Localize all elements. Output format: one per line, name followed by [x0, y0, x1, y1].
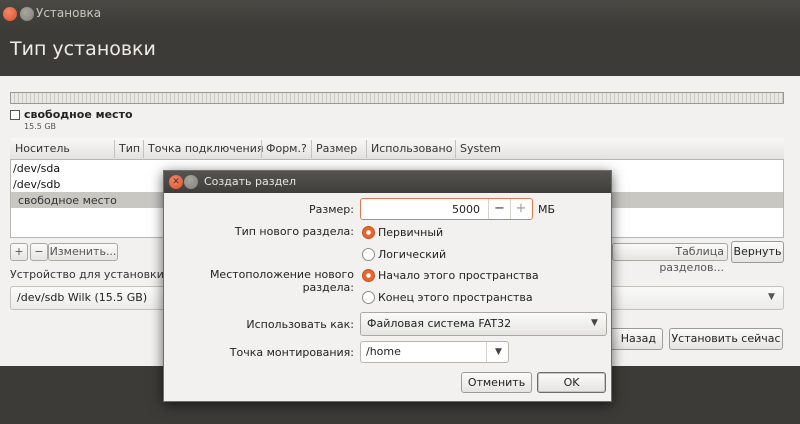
primary-radio[interactable] [362, 226, 375, 239]
free-space-label: свободное место [24, 108, 133, 121]
dialog-minimize-icon[interactable] [184, 175, 198, 189]
column-header-used[interactable]: Использовано [371, 142, 452, 155]
page-title: Тип установки [10, 38, 156, 60]
dialog-close-icon[interactable]: ✕ [169, 175, 183, 189]
column-separator [114, 140, 115, 158]
disk-usage-bar [10, 92, 784, 104]
change-partition-button[interactable]: Изменить... [48, 243, 118, 261]
chevron-down-icon: ▼ [591, 318, 598, 328]
size-decrease-button[interactable]: − [489, 200, 510, 218]
size-increase-button[interactable]: + [511, 200, 531, 218]
back-button[interactable]: Назад [610, 328, 663, 350]
column-separator [366, 140, 367, 158]
table-row-dev-sda[interactable]: /dev/sda [13, 162, 60, 175]
size-label: Размер: [309, 203, 354, 216]
window-titlebar [0, 0, 800, 28]
column-header-type[interactable]: Тип [119, 142, 140, 155]
column-separator [311, 140, 312, 158]
window-minimize-icon[interactable] [20, 7, 34, 21]
location-beginning-radio[interactable] [362, 269, 375, 282]
partition-type-label: Тип нового раздела: [234, 225, 354, 238]
column-header-device[interactable]: Носитель [15, 142, 70, 155]
ok-button[interactable]: OK [537, 372, 606, 393]
revert-button[interactable]: Вернуть [731, 241, 784, 263]
remove-partition-button[interactable]: − [30, 243, 48, 261]
use-as-select[interactable]: Файловая система FAT32 [360, 312, 607, 336]
window-close-icon[interactable] [3, 7, 17, 21]
mount-point-label: Точка монтирования: [229, 346, 354, 359]
use-as-value: Файловая система FAT32 [367, 317, 512, 330]
table-row-dev-sdb[interactable]: /dev/sdb [13, 178, 60, 191]
dialog-title: Создать раздел [204, 175, 296, 188]
column-header-mount-point[interactable]: Точка подключения [148, 142, 264, 155]
primary-radio-label[interactable]: Первичный [378, 226, 443, 239]
chevron-down-icon: ▼ [768, 292, 775, 302]
add-partition-button[interactable]: + [10, 243, 28, 261]
new-partition-table-button[interactable]: Таблица разделов... [612, 243, 728, 274]
use-as-label: Использовать как: [246, 318, 354, 331]
free-space-size: 15.5 GB [24, 122, 57, 131]
free-space-checkbox [10, 110, 20, 120]
partition-location-label: Местоположение нового раздела: [209, 268, 354, 294]
logical-radio[interactable] [362, 248, 375, 261]
bootloader-device-value: /dev/sdb Wilk (15.5 GB) [17, 291, 148, 304]
column-header-size[interactable]: Размер [316, 142, 357, 155]
column-header-system[interactable]: System [460, 142, 501, 155]
install-now-button[interactable]: Установить сейчас [669, 328, 783, 350]
column-separator [261, 140, 262, 158]
size-unit-label: МБ [538, 203, 556, 216]
window-title: Установка [36, 6, 102, 20]
column-separator [143, 140, 144, 158]
table-row-free-space[interactable]: свободное место [18, 194, 117, 207]
column-separator [455, 140, 456, 158]
size-input[interactable]: 5000 [380, 203, 480, 216]
column-header-format[interactable]: Форм.? [266, 142, 307, 155]
location-end-label[interactable]: Конец этого пространства [378, 291, 533, 304]
bootloader-device-label: Устройство для установки с [10, 268, 174, 281]
combo-separator [486, 342, 487, 362]
logical-radio-label[interactable]: Логический [378, 248, 446, 261]
mount-point-input[interactable]: /home [366, 345, 401, 358]
cancel-button[interactable]: Отменить [461, 372, 532, 393]
location-end-radio[interactable] [362, 291, 375, 304]
chevron-down-icon[interactable]: ▼ [489, 342, 508, 362]
location-beginning-label[interactable]: Начало этого пространства [378, 269, 539, 282]
